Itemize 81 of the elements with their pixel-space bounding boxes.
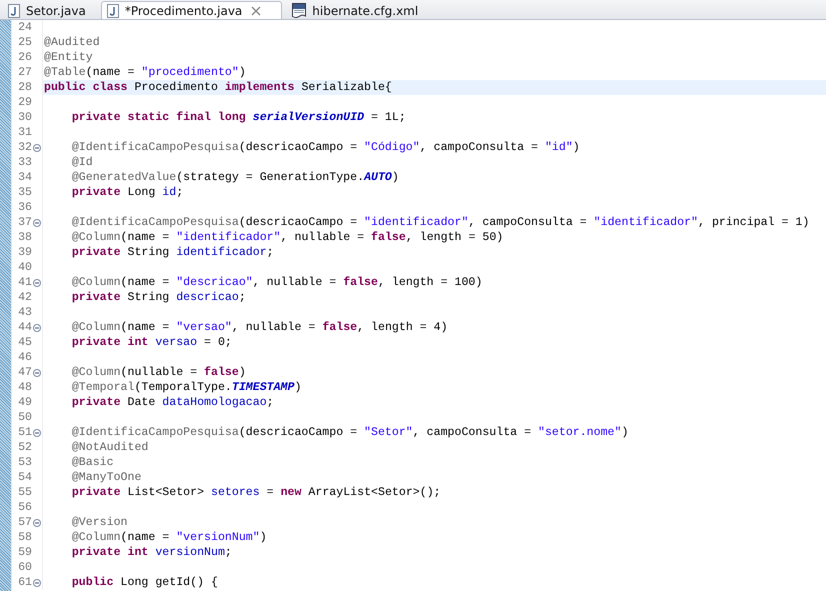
java-file-icon: [7, 4, 21, 18]
line-number: 32: [17, 140, 32, 155]
code-line: @Basic: [70, 455, 114, 470]
line-number: 43: [17, 305, 32, 320]
code-line: private static final long serialVersionUID = 1L;: [70, 110, 406, 125]
line-number: 56: [17, 500, 32, 515]
line-number: 51: [17, 425, 32, 440]
code-line: @Id: [70, 155, 93, 170]
line-number: 50: [17, 410, 32, 425]
line-number: 27: [17, 65, 32, 80]
line-number: 24: [17, 20, 32, 35]
code-line: @Temporal(TemporalType.TIMESTAMP): [70, 380, 302, 395]
code-line: @GeneratedValue(strategy = GenerationType.AUTO): [70, 170, 399, 185]
line-number: 29: [17, 95, 32, 110]
code-line: private Long id;: [70, 185, 184, 200]
line-number: 58: [17, 530, 32, 545]
java-file-icon: [106, 4, 120, 18]
code-line: private String descricao;: [70, 290, 246, 305]
code-line: @IdentificaCampoPesquisa(descricaoCampo = "identificador", campoConsulta = "identificador", principal = 1): [70, 215, 810, 230]
collapse-icon[interactable]: [33, 144, 41, 152]
code-line: private int versionNum;: [70, 545, 232, 560]
line-number: 38: [17, 230, 32, 245]
collapse-icon[interactable]: [33, 518, 41, 526]
code-line: public class Procedimento implements Serializable{: [44, 80, 392, 95]
line-number: 49: [17, 395, 32, 410]
code-line: @IdentificaCampoPesquisa(descricaoCampo = "Setor", campoConsulta = "setor.nome"): [70, 425, 628, 440]
code-line: public Long getId() {: [70, 575, 218, 590]
editor-tab[interactable]: Setor.java: [2, 1, 97, 19]
line-number: 52: [17, 440, 32, 455]
line-number: 60: [17, 560, 32, 575]
line-number: 30: [17, 110, 32, 125]
code-line: @Version: [70, 515, 128, 530]
line-number: 61: [17, 575, 32, 590]
collapse-icon[interactable]: [33, 278, 41, 286]
collapse-icon[interactable]: [33, 324, 41, 332]
code-line: @ManyToOne: [70, 470, 142, 485]
line-number: 45: [17, 335, 32, 350]
editor-tab[interactable]: hibernate.cfg.xml: [286, 1, 430, 19]
close-icon[interactable]: [251, 6, 262, 16]
line-number: 41: [17, 275, 32, 290]
code-line: @Column(name = "versionNum"): [70, 530, 267, 545]
line-number: 44: [17, 320, 32, 335]
line-number: 55: [17, 485, 32, 500]
xml-file-icon: [291, 2, 308, 18]
line-number: 39: [17, 245, 32, 260]
line-number: 40: [17, 260, 32, 275]
code-line: private List<Setor> setores = new ArrayList<Setor>();: [70, 485, 441, 500]
line-number: 47: [17, 365, 32, 380]
line-number: 42: [17, 290, 32, 305]
line-number: 37: [17, 215, 32, 230]
collapse-icon[interactable]: [33, 428, 41, 436]
code-line: @Column(nullable = false): [70, 365, 246, 380]
line-number: 54: [17, 470, 32, 485]
code-line: private int versao = 0;: [70, 335, 232, 350]
code-line: @Audited: [44, 35, 100, 50]
code-line: @Column(name = "versao", nullable = false, length = 4): [70, 320, 448, 335]
code-line: @Table(name = "procedimento"): [44, 65, 246, 80]
line-number: 36: [17, 200, 32, 215]
line-number: 48: [17, 380, 32, 395]
line-number: 46: [17, 350, 32, 365]
line-number: 35: [17, 185, 32, 200]
code-line: @Column(name = "identificador", nullable = false, length = 50): [70, 230, 504, 245]
collapse-icon[interactable]: [33, 578, 41, 586]
code-line: @Column(name = "descricao", nullable = false, length = 100): [70, 275, 482, 290]
line-number: 31: [17, 125, 32, 140]
editor-tab[interactable]: *Procedimento.java: [100, 1, 282, 19]
line-number: 53: [17, 455, 32, 470]
code-line: @IdentificaCampoPesquisa(descricaoCampo = "Código", campoConsulta = "id"): [70, 140, 580, 155]
line-number: 33: [17, 155, 32, 170]
line-number: 57: [17, 515, 32, 530]
collapse-icon[interactable]: [33, 368, 41, 376]
code-line: private String identificador;: [70, 245, 274, 260]
code-line: @Entity: [44, 50, 93, 65]
code-line: @NotAudited: [70, 440, 148, 455]
collapse-icon[interactable]: [33, 218, 41, 226]
code-line: private Date dataHomologacao;: [70, 395, 274, 410]
line-number: 28: [17, 80, 32, 95]
line-number: 34: [17, 170, 32, 185]
line-number: 59: [17, 545, 32, 560]
line-number: 25: [17, 35, 32, 50]
line-number: 26: [17, 50, 32, 65]
